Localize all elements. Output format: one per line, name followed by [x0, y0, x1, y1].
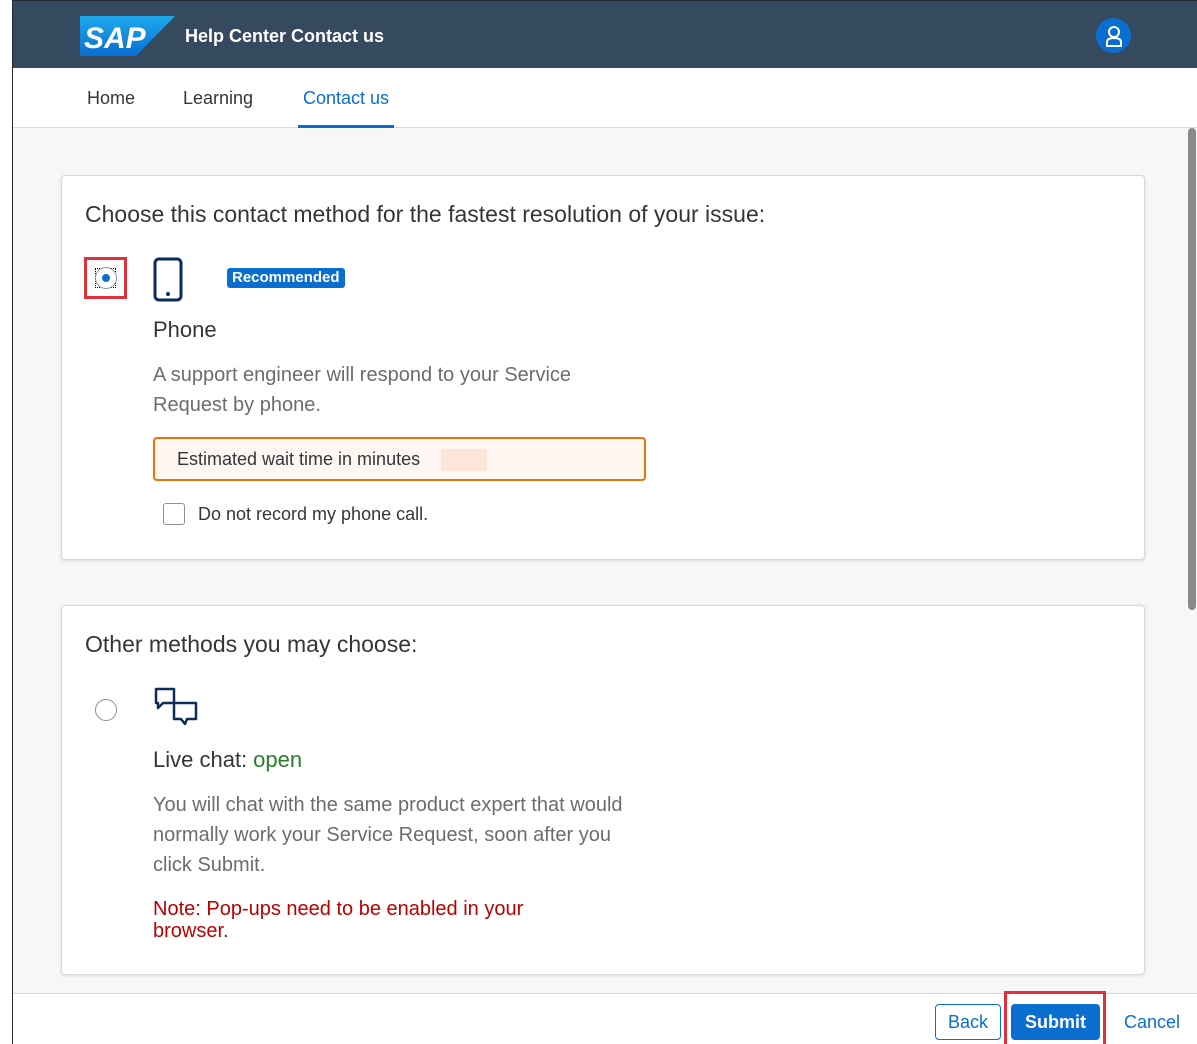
chat-bubbles-icon [154, 687, 198, 726]
back-button[interactable]: Back [935, 1004, 1001, 1040]
do-not-record-label[interactable]: Do not record my phone call. [198, 504, 428, 525]
app-frame: SAP Help Center Contact us Home Learning… [12, 0, 1197, 1044]
wait-time-field: Estimated wait time in minutes [153, 437, 646, 481]
live-chat-label: Live chat: [153, 747, 248, 772]
tab-learning[interactable]: Learning [183, 88, 253, 128]
phone-description: A support engineer will respond to your … [153, 364, 572, 416]
phone-title: Phone [153, 317, 217, 342]
shell-bar: SAP Help Center Contact us [13, 0, 1197, 68]
popup-note: Note: Pop-ups need to be enabled in your… [153, 898, 524, 942]
live-chat-title: Live chat: open [153, 747, 302, 773]
live-chat-description: You will chat with the same product expe… [153, 794, 623, 876]
vertical-scrollbar[interactable] [1188, 128, 1196, 610]
wait-time-label: Estimated wait time in minutes [177, 449, 421, 469]
nav-tabs: Home Learning Contact us [13, 68, 1197, 128]
live-chat-radio[interactable] [95, 699, 117, 721]
tab-home[interactable]: Home [87, 88, 135, 128]
recommended-heading: Choose this contact method for the faste… [85, 201, 766, 227]
recommended-badge: Recommended [227, 268, 345, 288]
phone-radio-highlight [84, 257, 127, 299]
phone-icon [153, 257, 183, 302]
svg-text:SAP: SAP [84, 22, 147, 55]
submit-button[interactable]: Submit [1011, 1004, 1100, 1040]
phone-radio[interactable] [95, 267, 117, 289]
other-methods-heading: Other methods you may choose: [85, 631, 418, 657]
user-avatar[interactable] [1096, 18, 1131, 53]
footer-toolbar: Back Submit Cancel [13, 991, 1197, 1044]
shell-title: Help Center Contact us [185, 26, 385, 46]
cancel-button[interactable]: Cancel [1124, 1012, 1180, 1033]
sap-logo[interactable]: SAP [80, 16, 175, 56]
tab-contact-us[interactable]: Contact us [298, 88, 395, 128]
recommended-method-card: Choose this contact method for the faste… [61, 175, 1145, 560]
do-not-record-checkbox[interactable] [163, 503, 185, 525]
live-chat-status: open [253, 747, 303, 772]
wait-time-value [441, 449, 487, 471]
user-icon [1105, 25, 1122, 47]
other-methods-card: Other methods you may choose: Live chat:… [61, 605, 1145, 975]
